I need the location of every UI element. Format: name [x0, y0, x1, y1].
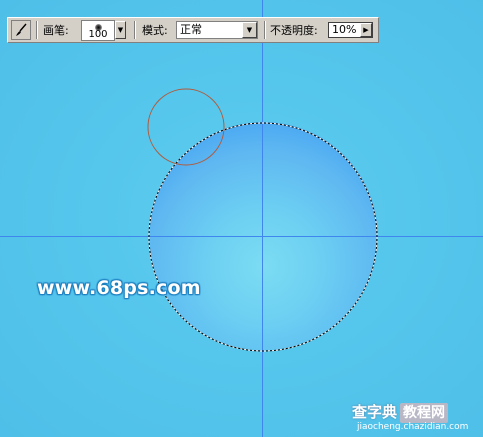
site-logo: 查字典 教程网: [352, 402, 449, 423]
options-bar: 画笔: 100 ▼ 模式: 正常 ▼ 不透明度: 10% ▶: [7, 17, 379, 43]
selection-marquee-dark: [148, 122, 378, 352]
document-canvas[interactable]: www.68ps.com 查字典 教程网 jiaocheng.chazidian.…: [0, 0, 483, 437]
tool-preset-button[interactable]: [11, 20, 31, 40]
opacity-value: 10%: [332, 23, 357, 36]
brush-preset-picker[interactable]: 100: [81, 20, 115, 41]
brush-dropdown-button[interactable]: ▼: [115, 21, 126, 39]
blend-mode-value: 正常: [180, 23, 202, 36]
opacity-label: 不透明度:: [270, 24, 318, 37]
opacity-slider-button[interactable]: ▶: [360, 23, 372, 37]
site-name: 查字典: [352, 403, 398, 421]
site-badge: 教程网: [400, 403, 449, 423]
toolbar-separator: [264, 21, 266, 39]
watermark-text: www.68ps.com: [37, 277, 201, 299]
canvas-overlay: [147, 88, 378, 352]
blend-mode-select[interactable]: 正常 ▼: [176, 21, 258, 39]
chevron-right-icon: ▶: [363, 26, 369, 34]
brush-label: 画笔:: [43, 24, 69, 37]
site-url: jiaocheng.chazidian.com: [357, 422, 469, 432]
selection-marquee[interactable]: [148, 122, 378, 352]
brush-size-value: 100: [88, 29, 108, 40]
toolbar-separator: [36, 21, 38, 39]
mode-label: 模式:: [142, 24, 168, 37]
chevron-down-icon: ▼: [246, 26, 253, 34]
toolbar-separator: [134, 21, 136, 39]
brush-icon: [16, 23, 27, 36]
opacity-input[interactable]: 10% ▶: [328, 22, 373, 38]
blend-mode-dropdown-button[interactable]: ▼: [242, 22, 257, 38]
chevron-down-icon: ▼: [117, 25, 124, 34]
